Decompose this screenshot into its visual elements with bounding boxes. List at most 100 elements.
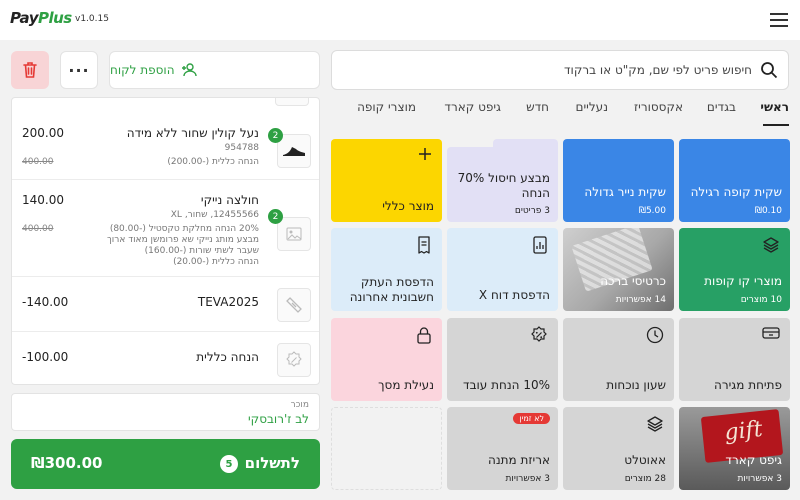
tile-title: נעילת מסך xyxy=(378,378,434,392)
item-price: 140.00 xyxy=(22,193,64,207)
tile-time-clock[interactable]: שעון נוכחות xyxy=(563,318,674,401)
active-tab-underline xyxy=(763,124,789,126)
item-discount: מבצע מותג נייקי שא פרומשן מאוד ארוך xyxy=(106,235,259,245)
category-tabs: ראשי בגדים אקססוריז נעליים חדש גיפט קארד… xyxy=(331,96,789,128)
tile-count: 3 פריטים xyxy=(514,206,550,216)
shoe-icon xyxy=(283,147,305,156)
tile-print-last-invoice[interactable]: הדפסת העתק חשבונית אחרונה xyxy=(331,228,442,311)
gift-card-art: gift xyxy=(723,416,764,446)
item-name: חולצה נייקי xyxy=(200,193,259,207)
tile-title: מוצר כללי xyxy=(382,199,434,213)
tile-title: פתיחת מגירה xyxy=(714,378,782,392)
tile-regular-bag[interactable]: שקית קופה רגילה ₪0.10 xyxy=(679,139,790,222)
tile-empty-slot xyxy=(331,407,442,490)
percent-badge-icon xyxy=(531,326,547,342)
tile-gift-card[interactable]: gift גיפט קארד 3 אפשרויות xyxy=(679,407,790,490)
tile-title: כרטיסי ברכה xyxy=(600,274,666,288)
receipt-icon xyxy=(418,236,430,254)
tile-title: גיפט קארד xyxy=(725,453,782,467)
search-icon xyxy=(761,62,778,79)
quantity-badge: 2 xyxy=(268,209,283,224)
layers-icon xyxy=(763,237,779,253)
item-discount: הנחה כללית (-200.00) xyxy=(167,157,259,167)
tab-clothes[interactable]: בגדים xyxy=(707,100,736,114)
clear-cart-button[interactable] xyxy=(11,51,49,89)
item-discount: שעבר לשתי שורות (-160.00) xyxy=(144,246,259,256)
seller-box[interactable]: מוכר לב ז'רובסקי xyxy=(11,393,320,431)
cart-row-partial xyxy=(275,98,309,106)
tile-count: 28 מוצרים xyxy=(624,474,666,484)
item-discount: הנחה כללית (-20.00) xyxy=(173,257,259,267)
cart-row-shoe[interactable]: 2 נעל קולין שחור ללא מידה 954788 הנחה כל… xyxy=(12,112,319,180)
drawer-icon xyxy=(762,327,780,339)
tab-shoes[interactable]: נעליים xyxy=(576,100,608,114)
tile-title: אאוטלט xyxy=(624,453,666,467)
coupon-code: TEVA2025 xyxy=(197,295,259,309)
tile-lock-screen[interactable]: נעילת מסך xyxy=(331,318,442,401)
tile-clearance-folder[interactable]: מבצע חיסול 70% הנחה 3 פריטים xyxy=(447,139,558,222)
item-old-price: 400.00 xyxy=(22,157,54,167)
tile-open-drawer[interactable]: פתיחת מגירה xyxy=(679,318,790,401)
payplus-logo: PayPlus xyxy=(10,9,72,27)
tile-count: 14 אפשרויות xyxy=(615,295,666,305)
logo-plus-text: Plus xyxy=(37,9,72,27)
tile-title: שקית נייר גדולה xyxy=(584,185,666,199)
pay-label: לתשלום xyxy=(244,454,300,472)
tile-title: הדפסת דוח X xyxy=(478,288,550,302)
cart-row-shirt[interactable]: 2 חולצה נייקי 12455566, שחור, XL 20% הנח… xyxy=(12,181,319,277)
cart-row-coupon[interactable]: TEVA2025 -140.00 xyxy=(12,278,319,332)
tile-price: ₪0.10 xyxy=(754,206,782,216)
item-name: נעל קולין שחור ללא מידה xyxy=(126,126,259,140)
tab-new[interactable]: חדש xyxy=(526,100,549,114)
tile-count: 10 מוצרים xyxy=(740,295,782,305)
quantity-badge: 2 xyxy=(268,128,283,143)
search-input[interactable] xyxy=(342,59,752,81)
tile-register-line-products[interactable]: מוצרי קו קופות 10 מוצרים xyxy=(679,228,790,311)
discount-amount: -100.00 xyxy=(22,350,69,364)
item-sku: 954788 xyxy=(224,143,259,153)
add-user-icon xyxy=(181,63,197,77)
add-customer-button[interactable]: הוספת לקוח xyxy=(109,51,320,89)
tab-accessories[interactable]: אקססוריז xyxy=(634,100,683,114)
tab-gift-card[interactable]: גיפט קארד xyxy=(444,100,501,114)
pay-button[interactable]: לתשלום 5 ₪300.00 xyxy=(11,439,320,489)
tile-title: 10% הנחת עובד xyxy=(463,378,550,392)
clock-icon xyxy=(646,326,664,344)
percent-badge-icon xyxy=(286,351,302,367)
tile-general-product[interactable]: מוצר כללי xyxy=(331,139,442,222)
tile-employee-discount[interactable]: 10% הנחת עובד xyxy=(447,318,558,401)
tab-main[interactable]: ראשי xyxy=(760,100,789,114)
coupon-thumbnail xyxy=(277,288,311,322)
tile-title: אריזת מתנה xyxy=(487,453,550,467)
cart-list[interactable]: 2 נעל קולין שחור ללא מידה 954788 הנחה כל… xyxy=(11,97,320,385)
item-price: 200.00 xyxy=(22,126,64,140)
tile-title: מבצע חיסול 70% הנחה xyxy=(457,171,550,200)
discount-thumbnail xyxy=(277,343,311,377)
item-count-badge: 5 xyxy=(220,455,238,473)
coupon-amount: -140.00 xyxy=(22,295,69,309)
lock-icon xyxy=(417,327,431,344)
search-box[interactable] xyxy=(331,50,789,90)
pay-total: ₪300.00 xyxy=(31,454,103,472)
tile-gift-wrap[interactable]: לא זמין אריזת מתנה 3 אפשרויות xyxy=(447,407,558,490)
more-options-button[interactable]: ··· xyxy=(60,51,98,89)
tile-title: שקית קופה רגילה xyxy=(690,185,782,199)
tile-print-x-report[interactable]: הדפסת דוח X xyxy=(447,228,558,311)
tile-title: שעון נוכחות xyxy=(606,378,666,392)
shoe-thumbnail xyxy=(277,134,311,168)
tile-outlet[interactable]: אאוטלט 28 מוצרים xyxy=(563,407,674,490)
layers-icon xyxy=(647,416,663,432)
item-sku: 12455566, שחור, XL xyxy=(170,210,259,220)
seller-label: מוכר xyxy=(290,400,309,410)
image-placeholder-thumbnail xyxy=(277,217,311,251)
tile-large-paper-bag[interactable]: שקית נייר גדולה ₪5.00 xyxy=(563,139,674,222)
tab-register-products[interactable]: מוצרי קופה xyxy=(357,100,416,114)
top-bar: PayPlus v1.0.15 xyxy=(0,0,800,40)
tile-greeting-cards[interactable]: כרטיסי ברכה 14 אפשרויות xyxy=(563,228,674,311)
cart-row-general-discount[interactable]: הנחה כללית -100.00 xyxy=(12,333,319,384)
tile-title: הדפסת העתק חשבונית אחרונה xyxy=(349,275,434,304)
report-chart-icon xyxy=(533,236,547,254)
item-discount: 20% הנחה מחלקת טקסטיל (-80.00) xyxy=(109,224,259,234)
app-version: v1.0.15 xyxy=(75,14,109,24)
hamburger-icon[interactable] xyxy=(770,13,788,27)
